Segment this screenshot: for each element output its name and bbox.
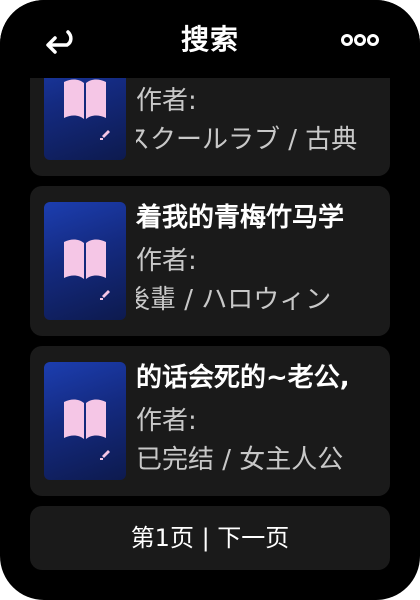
- more-button[interactable]: [336, 28, 384, 52]
- author-label: 作者:: [136, 86, 197, 116]
- book-title: 着我的青梅竹马学: [136, 203, 345, 233]
- result-card[interactable]: 着我的青梅竹马学 作者: 後輩 / ハロウィン: [30, 186, 390, 336]
- result-card[interactable]: 的话会死的~老公, 作者: 已完结 / 女主人公: [30, 346, 390, 496]
- pagination-button[interactable]: 第1页 | 下一页: [30, 506, 390, 570]
- book-cover: [44, 362, 126, 480]
- more-dots-icon: [341, 34, 379, 46]
- result-text: 着我的青梅竹马学 作者: 後輩 / ハロウィン: [136, 186, 390, 336]
- author-label: 作者:: [136, 246, 197, 276]
- watch-screen: 作者: スクールラブ / 古典 着我的青梅竹马学 作者: 後輩 / ハロウィン: [0, 0, 420, 600]
- book-title: 的话会死的~老公,: [136, 363, 350, 393]
- book-icon: [64, 239, 110, 300]
- author-label: 作者:: [136, 406, 197, 436]
- search-results-list[interactable]: 作者: スクールラブ / 古典 着我的青梅竹马学 作者: 後輩 / ハロウィン: [0, 0, 420, 600]
- author-value: 已完结 / 女主人公: [136, 445, 344, 475]
- top-bar: 搜索: [0, 0, 420, 78]
- author-value: スクールラブ / 古典: [136, 125, 358, 155]
- author-value: 後輩 / ハロウィン: [136, 285, 332, 315]
- book-cover: [44, 202, 126, 320]
- result-text: 的话会死的~老公, 作者: 已完结 / 女主人公: [136, 346, 390, 496]
- book-icon: [64, 399, 110, 460]
